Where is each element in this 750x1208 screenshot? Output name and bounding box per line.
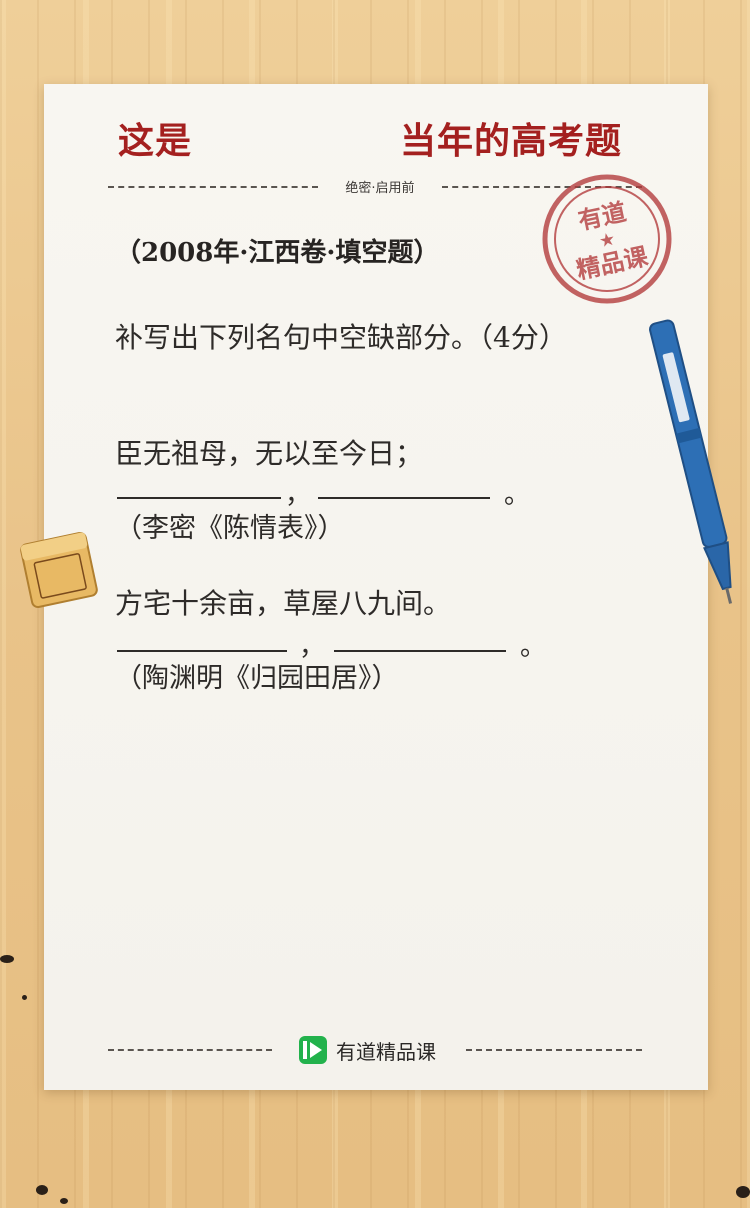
stamp-seal-icon: 有道 ★ 精品课 — [542, 174, 672, 304]
answer-blank-2b[interactable] — [334, 650, 506, 652]
header-title-left: 这是 — [118, 120, 193, 162]
youdao-logo-icon — [299, 1036, 327, 1064]
ink-speck — [22, 995, 27, 1000]
footer-brand: 有道精品课 — [298, 1034, 436, 1066]
quote-given-2: 方宅十余亩，草屋八九间。 — [115, 587, 452, 620]
question-prompt: 补写出下列名句中空缺部分。（4分） — [115, 321, 567, 354]
quote-cite-2: （陶渊明《归园田居》） — [115, 663, 399, 694]
header-title-right: 当年的高考题 — [400, 120, 623, 162]
pen-icon — [649, 319, 733, 604]
ink-speck — [0, 955, 14, 963]
answer-blank-1b[interactable] — [318, 497, 490, 499]
secret-label: 绝密·启用前 — [345, 181, 415, 196]
ink-speck — [60, 1198, 68, 1204]
question-source: （2008年·江西卷·填空题） — [115, 238, 440, 268]
eraser-icon — [20, 531, 98, 609]
answer-blank-1a[interactable] — [117, 497, 281, 499]
footer-divider-left — [108, 1049, 272, 1051]
footer-brand-text: 有道精品课 — [336, 1039, 436, 1064]
quote-given-1: 臣无祖母，无以至今日； — [115, 437, 424, 470]
answer-blank-2a[interactable] — [117, 650, 287, 652]
quote-end-1: 。 — [504, 480, 531, 510]
ink-speck — [736, 1186, 750, 1198]
quote-cite-1: （李密《陈情表》） — [115, 513, 345, 544]
stamp-line1: 有道 — [576, 198, 629, 235]
quote-end-2: 。 — [520, 632, 547, 662]
ink-speck — [36, 1185, 48, 1195]
divider-dashed-left — [108, 186, 318, 188]
footer-divider-right — [466, 1049, 642, 1051]
